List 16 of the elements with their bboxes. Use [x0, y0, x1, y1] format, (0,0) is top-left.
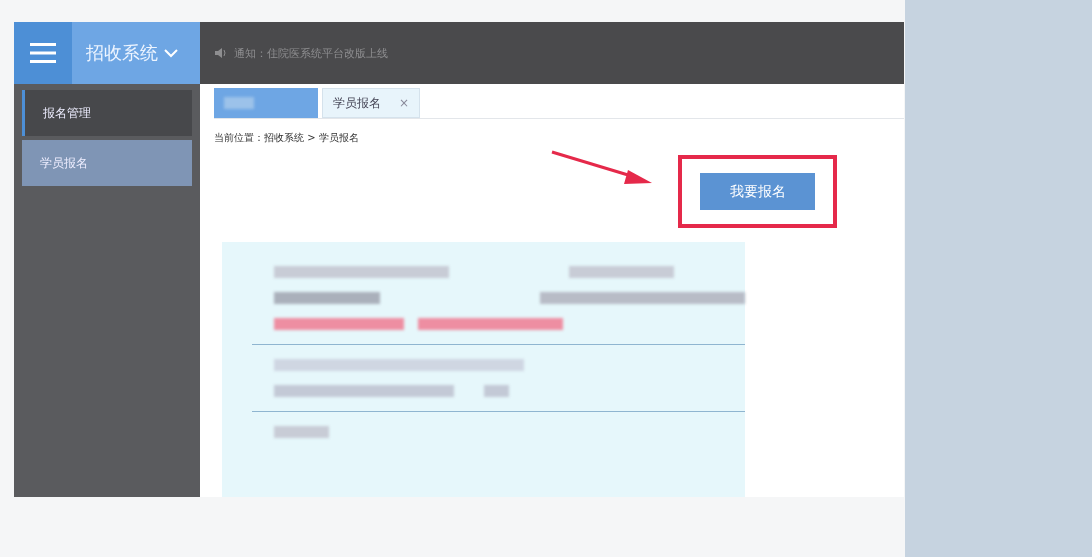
menu-icon [30, 42, 56, 64]
speaker-icon [214, 47, 228, 59]
close-button[interactable]: × [399, 96, 410, 110]
tab-label: 学员报名 [333, 94, 381, 112]
breadcrumb: 当前位置：招收系统 > 学员报名 [214, 131, 360, 145]
menu-button[interactable] [14, 22, 72, 84]
notice-text: 通知：住院医系统平台改版上线 [234, 45, 388, 61]
register-button[interactable]: 我要报名 [700, 173, 815, 210]
system-switcher[interactable]: 招收系统 [72, 22, 200, 84]
tab[interactable]: 学员报名 × [322, 88, 421, 118]
redacted-text [484, 385, 509, 397]
redacted-text [274, 426, 329, 438]
sidebar-item[interactable]: 学员报名 [22, 140, 192, 186]
chevron-down-icon [164, 48, 178, 58]
sidebar-item[interactable]: 报名管理 [22, 90, 192, 136]
redacted-text [224, 97, 254, 109]
